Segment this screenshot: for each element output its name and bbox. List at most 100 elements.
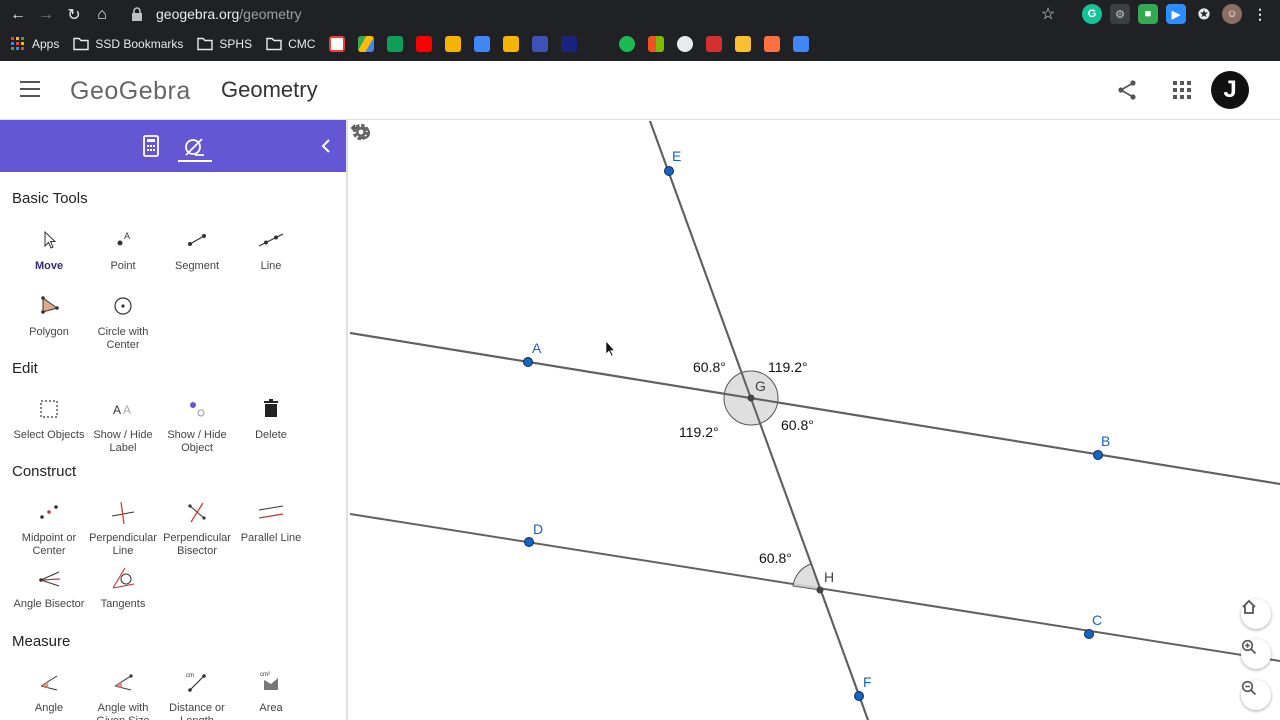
keep-icon[interactable] (445, 36, 462, 52)
share-icon[interactable] (1115, 78, 1139, 102)
gmail-icon[interactable] (329, 36, 346, 52)
bookmark-apps[interactable]: Apps (10, 37, 59, 51)
tool-label: Circle with Center (97, 326, 149, 351)
tool-distance-or-length[interactable]: cm Distance or Length (160, 668, 234, 720)
menu-dots-icon[interactable]: ⋮ (1250, 4, 1270, 24)
zoom-out-button[interactable] (1241, 680, 1271, 710)
tool-move[interactable]: Move (12, 226, 86, 273)
angle-label: 60.8° (759, 550, 792, 566)
calculator-tab-icon[interactable] (139, 134, 163, 158)
orange-app-icon[interactable] (764, 36, 781, 52)
forward-icon[interactable]: → (32, 1, 60, 29)
tool-midpoint-or-center[interactable]: Midpoint or Center (12, 498, 86, 558)
app-grid-icon[interactable] (1170, 78, 1194, 102)
tool-label: Show / Hide Label (93, 429, 153, 454)
point-d[interactable] (524, 537, 534, 547)
area-icon: cm² (260, 672, 278, 690)
tool-label: Point (110, 260, 136, 272)
point-e[interactable] (664, 166, 674, 176)
point-label: C (1092, 612, 1102, 628)
tool-circle-with-center[interactable]: Circle with Center (86, 292, 160, 352)
graphics-canvas[interactable]: 60.8° 119.2° 119.2° 60.8° 60.8° A B C D … (350, 121, 1280, 720)
tool-perpendicular-line[interactable]: Perpendicular Line (86, 498, 160, 558)
extension-gear-icon[interactable]: ⚙ (1110, 4, 1130, 24)
bookmark-label: CMC (288, 37, 316, 51)
tangents-icon (112, 567, 135, 589)
tool-show-hide-label[interactable]: AA Show / Hide Label (86, 395, 160, 455)
youtube-icon[interactable] (416, 36, 433, 52)
tool-tangents[interactable]: Tangents (86, 564, 160, 611)
drive-icon[interactable] (358, 36, 375, 52)
star-icon[interactable]: ☆ (1038, 4, 1058, 24)
tool-delete[interactable]: Delete (234, 395, 308, 442)
object-toggle-icon (190, 402, 205, 417)
tool-polygon[interactable]: Polygon (12, 292, 86, 339)
tool-angle-with-given-size[interactable]: Angle with Given Size (86, 668, 160, 720)
standard-view-button[interactable] (1241, 599, 1271, 629)
profile-avatar-icon[interactable]: ☺ (1222, 4, 1242, 24)
tool-label: Angle with Given Size (96, 702, 149, 720)
tool-line[interactable]: Line (234, 226, 308, 273)
tool-show-hide-object[interactable]: Show / Hide Object (160, 395, 234, 455)
url-bar[interactable]: geogebra.org/geometry (130, 2, 1070, 26)
tool-select-objects[interactable]: Select Objects (12, 395, 86, 442)
point-c[interactable] (1084, 629, 1094, 639)
bookmark-folder-ssd[interactable]: SSD Bookmarks (73, 37, 183, 51)
folder-icon (73, 37, 90, 51)
calendar-icon[interactable] (793, 36, 810, 52)
folder-icon (197, 37, 214, 51)
move-cursor-icon (44, 230, 57, 249)
browser-chrome: ← → ↻ ⌂ geogebra.org/geometry ☆ G ⚙ ■ ▶ … (0, 0, 1280, 61)
point-g[interactable] (747, 394, 755, 402)
bookmark-folder-cmc[interactable]: CMC (266, 37, 315, 51)
point-b[interactable] (1093, 450, 1103, 460)
geometry-construction[interactable]: 60.8° 119.2° 119.2° 60.8° 60.8° A B C D … (350, 121, 1280, 720)
sis-icon[interactable] (561, 36, 578, 52)
angle-marker-h[interactable] (792, 563, 821, 591)
tool-label: Select Objects (13, 429, 85, 441)
pencil-app-icon[interactable] (735, 36, 752, 52)
back-icon[interactable]: ← (4, 1, 32, 29)
b-app-icon[interactable] (532, 36, 549, 52)
settings-gear-icon[interactable] (350, 121, 372, 143)
slides-icon[interactable] (503, 36, 520, 52)
polygon-icon (41, 296, 59, 314)
zoom-extension-icon[interactable]: ▶ (1166, 4, 1186, 24)
angle-label: 119.2° (768, 359, 808, 375)
geogebra-logo[interactable]: GeoGebra (70, 77, 191, 106)
spotify-icon[interactable] (619, 36, 636, 52)
bookmark-folder-sphs[interactable]: SPHS (197, 37, 252, 51)
point-h[interactable] (816, 586, 824, 594)
mouse-cursor-icon (605, 340, 616, 357)
tools-tab-icon[interactable] (183, 134, 207, 158)
tool-parallel-line[interactable]: Parallel Line (234, 498, 308, 545)
tool-label: Polygon (29, 326, 69, 338)
x-app-icon[interactable] (706, 36, 723, 52)
tool-area[interactable]: cm² Area (234, 668, 308, 715)
tool-angle[interactable]: Angle (12, 668, 86, 715)
point-f[interactable] (854, 691, 864, 701)
classroom-icon[interactable] (387, 36, 404, 52)
zoom-in-button[interactable] (1241, 639, 1271, 669)
hamburger-menu-icon[interactable] (20, 81, 40, 97)
blank-favicon-icon[interactable] (590, 36, 607, 52)
extension-green-icon[interactable]: ■ (1138, 4, 1158, 24)
puzzle-icon[interactable]: ✪ (1194, 4, 1214, 24)
tool-segment[interactable]: Segment (160, 226, 234, 273)
collapse-sidebar-icon[interactable] (318, 136, 334, 156)
reload-icon[interactable]: ↻ (60, 1, 88, 29)
tool-perpendicular-bisector[interactable]: Perpendicular Bisector (160, 498, 234, 558)
point-a[interactable] (523, 357, 533, 367)
circle-center-icon (114, 297, 132, 315)
tool-angle-bisector[interactable]: Angle Bisector (12, 564, 86, 611)
home-icon[interactable]: ⌂ (88, 1, 116, 29)
docs-icon[interactable] (474, 36, 491, 52)
user-avatar[interactable]: J (1211, 71, 1249, 109)
point-label: G (755, 378, 766, 394)
section-title-measure: Measure (12, 633, 71, 650)
globe-icon[interactable] (677, 36, 694, 52)
grammarly-icon[interactable]: G (1082, 4, 1102, 24)
tool-point[interactable]: A Point (86, 226, 160, 273)
zoom-out-icon (1241, 680, 1257, 696)
microsoft-icon[interactable] (648, 36, 665, 52)
